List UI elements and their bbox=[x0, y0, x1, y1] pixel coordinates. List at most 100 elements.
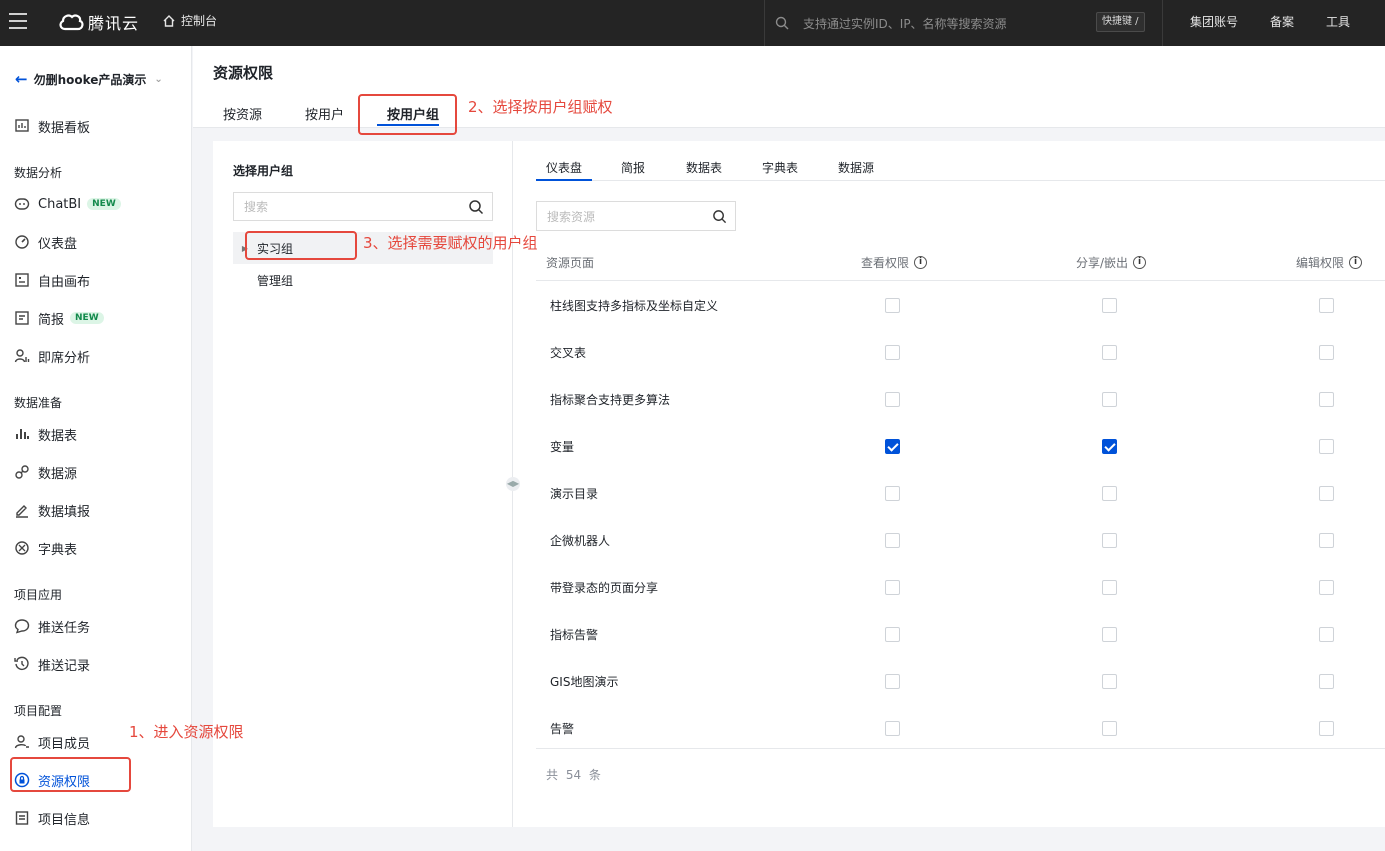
view-permission-checkbox[interactable] bbox=[885, 627, 900, 642]
share-permission-checkbox[interactable] bbox=[1102, 580, 1117, 595]
section-config: 项目配置 bbox=[14, 704, 63, 718]
edit-permission-checkbox[interactable] bbox=[1319, 345, 1334, 360]
info-icon[interactable]: i bbox=[1349, 256, 1363, 269]
sidebar-item-brief[interactable]: 简报 NEW bbox=[13, 307, 104, 329]
edit-permission-checkbox[interactable] bbox=[1319, 721, 1334, 736]
view-permission-checkbox[interactable] bbox=[885, 439, 900, 454]
group-account-link[interactable]: 集团账号 bbox=[1190, 13, 1238, 30]
sidebar-item-canvas[interactable]: 自由画布 bbox=[13, 269, 90, 291]
resource-row-name: 指标告警 bbox=[550, 628, 599, 642]
sidebar-item-label: ChatBI bbox=[38, 196, 82, 212]
table-header-divider bbox=[536, 280, 1385, 281]
view-permission-checkbox[interactable] bbox=[885, 392, 900, 407]
sidebar-item-push-task[interactable]: 推送任务 bbox=[13, 615, 90, 637]
column-label: 查看权限 bbox=[861, 256, 910, 270]
view-permission-checkbox[interactable] bbox=[885, 486, 900, 501]
share-permission-checkbox[interactable] bbox=[1102, 486, 1117, 501]
sidebar-item-chatbi[interactable]: ChatBI NEW bbox=[13, 193, 121, 215]
edit-permission-checkbox[interactable] bbox=[1319, 627, 1334, 642]
group-label: 管理组 bbox=[257, 273, 294, 288]
cloud-logo-icon bbox=[59, 14, 84, 31]
chat-icon bbox=[13, 195, 31, 213]
pane-resize-handle[interactable]: ◀▶ bbox=[506, 477, 520, 491]
icp-filing-link[interactable]: 备案 bbox=[1270, 13, 1294, 30]
column-resource: 资源页面 bbox=[546, 254, 594, 271]
sidebar-item-push-log[interactable]: 推送记录 bbox=[13, 653, 90, 675]
info-icon[interactable]: i bbox=[914, 256, 928, 269]
chevron-down-icon: ⌄ bbox=[154, 73, 163, 85]
annotation-step2: 2、选择按用户组赋权 bbox=[468, 98, 613, 116]
sidebar-item-label: 数据填报 bbox=[38, 504, 91, 520]
group-search-input[interactable]: 搜索 bbox=[233, 192, 493, 221]
share-permission-checkbox[interactable] bbox=[1102, 721, 1117, 736]
share-permission-checkbox[interactable] bbox=[1102, 627, 1117, 642]
bar-chart-icon bbox=[13, 425, 31, 443]
edit-permission-checkbox[interactable] bbox=[1319, 580, 1334, 595]
sidebar-item-data-board[interactable]: 数据看板 bbox=[13, 115, 90, 137]
column-view: 查看权限 i bbox=[861, 254, 928, 271]
sidebar-item-adhoc[interactable]: 即席分析 bbox=[13, 345, 90, 367]
tab-data-source[interactable]: 数据源 bbox=[838, 159, 874, 176]
tab-data-table[interactable]: 数据表 bbox=[686, 159, 722, 176]
resource-row-name: 指标聚合支持更多算法 bbox=[550, 393, 671, 407]
sidebar-item-info[interactable]: 项目信息 bbox=[13, 807, 90, 829]
sidebar-item-dict[interactable]: 字典表 bbox=[13, 537, 77, 559]
edit-permission-checkbox[interactable] bbox=[1319, 533, 1334, 548]
view-permission-checkbox[interactable] bbox=[885, 298, 900, 313]
sidebar-item-label: 推送任务 bbox=[38, 620, 91, 636]
sidebar-item-label: 字典表 bbox=[38, 542, 78, 558]
group-item-admin[interactable]: 管理组 bbox=[233, 264, 493, 296]
tab-by-user[interactable]: 按用户 bbox=[305, 104, 344, 123]
tencent-cloud-logo[interactable]: 腾讯云 bbox=[58, 10, 139, 34]
annotation-box-permissions bbox=[10, 757, 131, 792]
history-icon bbox=[13, 655, 31, 673]
global-search-placeholder: 支持通过实例ID、IP、名称等搜索资源 bbox=[803, 16, 1007, 31]
share-permission-checkbox[interactable] bbox=[1102, 439, 1117, 454]
back-arrow-icon[interactable]: ← bbox=[15, 70, 28, 88]
message-icon bbox=[13, 617, 31, 635]
edit-permission-checkbox[interactable] bbox=[1319, 486, 1334, 501]
console-link[interactable]: 控制台 bbox=[162, 12, 217, 29]
resource-search-input[interactable]: 搜索资源 bbox=[536, 201, 736, 231]
edit-permission-checkbox[interactable] bbox=[1319, 439, 1334, 454]
group-search-placeholder: 搜索 bbox=[244, 200, 269, 214]
sidebar-item-members[interactable]: 项目成员 bbox=[13, 731, 90, 753]
project-switcher[interactable]: ← 勿删hooke产品演示 ⌄ bbox=[15, 70, 163, 88]
tools-link[interactable]: 工具 bbox=[1326, 13, 1350, 30]
sidebar-item-dashboard[interactable]: 仪表盘 bbox=[13, 231, 77, 253]
resource-row-name: 交叉表 bbox=[550, 346, 587, 360]
share-permission-checkbox[interactable] bbox=[1102, 298, 1117, 313]
annotation-box-intern-group bbox=[245, 231, 357, 260]
share-permission-checkbox[interactable] bbox=[1102, 674, 1117, 689]
edit-permission-checkbox[interactable] bbox=[1319, 674, 1334, 689]
section-analysis: 数据分析 bbox=[14, 166, 63, 180]
search-icon bbox=[775, 16, 789, 30]
column-edit: 编辑权限 i bbox=[1296, 254, 1363, 271]
sidebar-item-data-fill[interactable]: 数据填报 bbox=[13, 499, 90, 521]
tab-dashboard[interactable]: 仪表盘 bbox=[546, 159, 582, 176]
sidebar-item-data-source[interactable]: 数据源 bbox=[13, 461, 77, 483]
view-permission-checkbox[interactable] bbox=[885, 533, 900, 548]
new-badge: NEW bbox=[70, 312, 104, 324]
share-permission-checkbox[interactable] bbox=[1102, 392, 1117, 407]
resource-row-name: 变量 bbox=[550, 440, 575, 454]
column-share: 分享/嵌出 i bbox=[1076, 254, 1147, 271]
tab-active-indicator bbox=[536, 179, 592, 181]
view-permission-checkbox[interactable] bbox=[885, 580, 900, 595]
edit-permission-checkbox[interactable] bbox=[1319, 392, 1334, 407]
tab-by-resource[interactable]: 按资源 bbox=[223, 104, 262, 123]
share-permission-checkbox[interactable] bbox=[1102, 533, 1117, 548]
canvas-icon bbox=[13, 271, 31, 289]
view-permission-checkbox[interactable] bbox=[885, 721, 900, 736]
view-permission-checkbox[interactable] bbox=[885, 345, 900, 360]
info-icon[interactable]: i bbox=[1133, 256, 1147, 269]
sidebar-item-label: 数据源 bbox=[38, 466, 78, 482]
menu-icon[interactable] bbox=[9, 13, 27, 29]
share-permission-checkbox[interactable] bbox=[1102, 345, 1117, 360]
edit-permission-checkbox[interactable] bbox=[1319, 298, 1334, 313]
console-label: 控制台 bbox=[181, 14, 218, 28]
tab-brief[interactable]: 简报 bbox=[621, 159, 645, 176]
sidebar-item-data-table[interactable]: 数据表 bbox=[13, 423, 77, 445]
tab-dict[interactable]: 字典表 bbox=[762, 159, 798, 176]
view-permission-checkbox[interactable] bbox=[885, 674, 900, 689]
